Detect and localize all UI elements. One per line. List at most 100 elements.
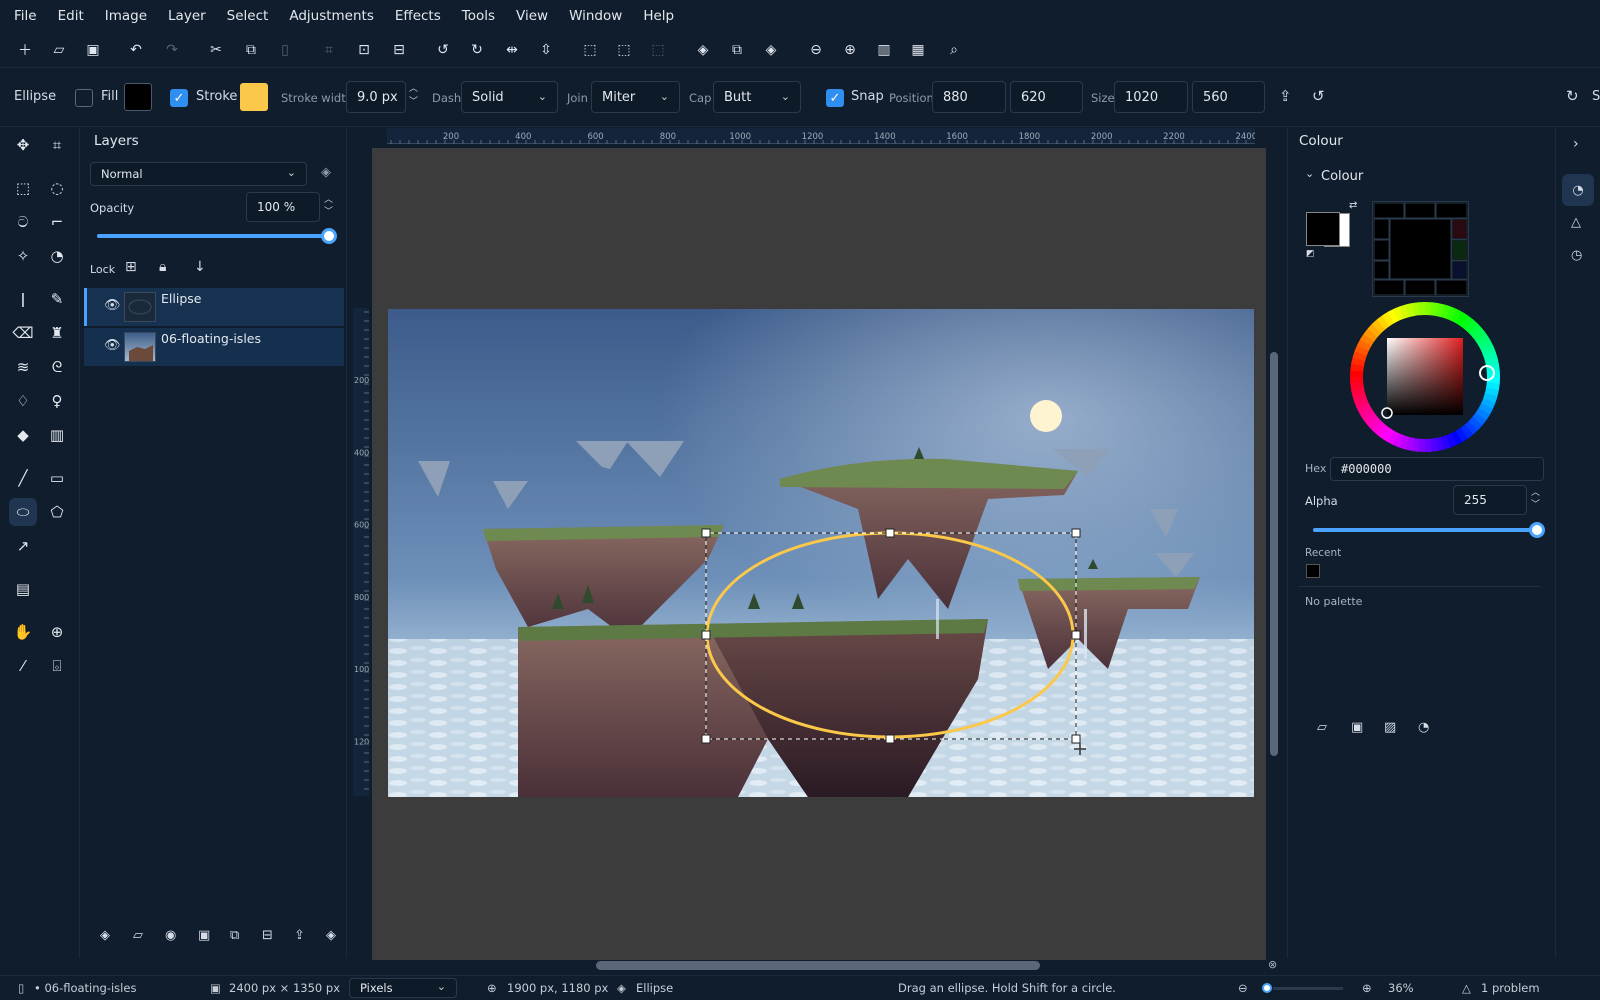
zoom-out-icon[interactable]: ⊖ bbox=[806, 40, 826, 60]
lock-position-icon[interactable]: ↓ bbox=[194, 259, 206, 275]
join-select[interactable]: Miter ⌄ bbox=[591, 81, 680, 113]
canvas-image[interactable] bbox=[388, 309, 1254, 797]
save-icon[interactable]: ▣ bbox=[83, 40, 103, 60]
resize-icon[interactable]: ⊡ bbox=[354, 40, 374, 60]
adjustment-layer-icon[interactable]: ▣ bbox=[198, 928, 210, 943]
lock-pixels-icon[interactable]: ⊞ bbox=[125, 259, 137, 275]
menu-tools[interactable]: Tools bbox=[462, 8, 495, 24]
problems-dock-icon[interactable]: △ bbox=[1571, 215, 1581, 230]
crop-tool-icon[interactable]: ⌗ bbox=[43, 131, 71, 159]
arrow-tool-icon[interactable]: ↗ bbox=[9, 532, 37, 560]
select-all-icon[interactable]: ⬚ bbox=[580, 40, 600, 60]
paste-icon[interactable]: ▯ bbox=[275, 40, 295, 60]
menu-window[interactable]: Window bbox=[569, 8, 622, 24]
open-palette-icon[interactable]: ▱ bbox=[1317, 720, 1327, 735]
dodge-icon[interactable]: ♢ bbox=[9, 387, 37, 415]
collapse-chevron-icon[interactable]: ⌄ bbox=[1305, 167, 1314, 180]
horizontal-scrollbar[interactable] bbox=[596, 961, 1040, 970]
rotate-left-icon[interactable]: ↺ bbox=[433, 40, 453, 60]
cap-select[interactable]: Butt ⌄ bbox=[713, 81, 801, 113]
units-select[interactable]: Pixels ⌄ bbox=[349, 978, 457, 998]
recent-colour-swatch[interactable] bbox=[1306, 564, 1320, 578]
position-y-field[interactable]: 620 bbox=[1010, 81, 1083, 113]
menu-image[interactable]: Image bbox=[105, 8, 147, 24]
zoom-slider-handle[interactable] bbox=[1262, 983, 1272, 993]
rotate-right-icon[interactable]: ↻ bbox=[467, 40, 487, 60]
gradient-icon[interactable]: ▥ bbox=[43, 421, 71, 449]
fill-color-swatch[interactable] bbox=[124, 83, 152, 111]
reset-icon[interactable]: ↺ bbox=[1312, 87, 1325, 105]
layer-row[interactable]: 👁︎ 06-floating-isles bbox=[84, 328, 344, 366]
zoom-slider[interactable] bbox=[1273, 987, 1343, 990]
alpha-slider[interactable] bbox=[1313, 522, 1545, 538]
snap-checkbox[interactable]: ✓ bbox=[826, 89, 844, 107]
visibility-eye-icon[interactable]: 👁︎ bbox=[104, 338, 121, 353]
pencil-icon[interactable]: ✎ bbox=[43, 285, 71, 313]
stroke-color-swatch[interactable] bbox=[240, 83, 268, 111]
magic-wand-icon[interactable]: ✧ bbox=[9, 242, 37, 270]
text-tool-icon[interactable]: ▤ bbox=[9, 575, 37, 603]
palette-icon[interactable]: ◔ bbox=[1418, 720, 1429, 735]
brush-icon[interactable]: ǀ bbox=[9, 285, 37, 313]
stroke-width-stepper-icon[interactable]: ︿ ﹀ bbox=[409, 83, 418, 109]
deselect-icon[interactable]: ⬚ bbox=[614, 40, 634, 60]
rect-select-icon[interactable]: ⬚ bbox=[9, 174, 37, 202]
layer-add-icon[interactable]: ◈ bbox=[693, 40, 713, 60]
canvas-icon[interactable]: ⊟ bbox=[389, 40, 409, 60]
opacity-slider[interactable] bbox=[97, 228, 337, 244]
alpha-stepper-icon[interactable]: ︿ ﹀ bbox=[1531, 487, 1540, 511]
lock-icon[interactable]: 🔒︎ bbox=[159, 259, 166, 275]
invert-selection-icon[interactable]: ⬚ bbox=[648, 40, 668, 60]
hand-tool-icon[interactable]: ✋ bbox=[9, 618, 37, 646]
opacity-slider-handle[interactable] bbox=[321, 228, 337, 244]
fill-checkbox[interactable] bbox=[75, 89, 93, 107]
mask-icon[interactable]: ◉ bbox=[165, 928, 176, 943]
smudge-icon[interactable]: ≋ bbox=[9, 353, 37, 381]
size-h-field[interactable]: 560 bbox=[1192, 81, 1265, 113]
cut-icon[interactable]: ✂ bbox=[206, 40, 226, 60]
ellipse-select-icon[interactable]: ◌ bbox=[43, 174, 71, 202]
eraser-icon[interactable]: ⌫ bbox=[9, 319, 37, 347]
rectangle-tool-icon[interactable]: ▭ bbox=[43, 464, 71, 492]
ellipse-tool-icon[interactable]: ⬭ bbox=[9, 498, 37, 526]
polygon-tool-icon[interactable]: ⬠ bbox=[43, 498, 71, 526]
stamp-icon[interactable]: ♜ bbox=[43, 319, 71, 347]
stroke-width-field[interactable]: 9.0 px bbox=[346, 81, 406, 113]
align-icon[interactable]: ⊟ bbox=[262, 928, 273, 943]
position-x-field[interactable]: 880 bbox=[932, 81, 1006, 113]
menu-view[interactable]: View bbox=[516, 8, 548, 24]
swap-colours-icon[interactable]: ⇄ bbox=[1349, 200, 1357, 211]
fit-icon[interactable]: ▥ bbox=[874, 40, 894, 60]
sponge-icon[interactable]: ♀ bbox=[43, 387, 71, 415]
layer-dup-icon[interactable]: ⧉ bbox=[727, 40, 747, 60]
stroke-checkbox[interactable]: ✓ bbox=[170, 89, 188, 107]
new-icon[interactable]: ＋ bbox=[15, 40, 35, 60]
dash-select[interactable]: Solid ⌄ bbox=[461, 81, 558, 113]
palette-from-image-icon[interactable]: ▨ bbox=[1384, 720, 1396, 735]
menu-effects[interactable]: Effects bbox=[395, 8, 441, 24]
new-layer-icon[interactable]: ◈ bbox=[100, 928, 110, 943]
flip-h-icon[interactable]: ⇹ bbox=[502, 40, 522, 60]
new-group-icon[interactable]: ▱ bbox=[133, 928, 143, 943]
vertical-scrollbar[interactable] bbox=[1270, 352, 1278, 756]
alpha-slider-handle[interactable] bbox=[1529, 522, 1545, 538]
chevron-right-icon[interactable]: › bbox=[1573, 136, 1579, 152]
layer-row[interactable]: 👁︎ Ellipse bbox=[84, 288, 344, 326]
eyedropper-icon[interactable]: ⁄ bbox=[9, 652, 37, 680]
line-tool-icon[interactable]: ╱ bbox=[9, 464, 37, 492]
menu-help[interactable]: Help bbox=[643, 8, 674, 24]
undo-icon[interactable]: ↶ bbox=[126, 40, 146, 60]
colour-dock-icon[interactable]: ◔ bbox=[1562, 174, 1594, 206]
colour-grid[interactable] bbox=[1372, 201, 1469, 297]
delete-layer-icon[interactable]: ◈ bbox=[326, 928, 336, 943]
size-w-field[interactable]: 1020 bbox=[1114, 81, 1188, 113]
merge-down-icon[interactable]: ⇪ bbox=[294, 928, 305, 943]
zoom-tool-icon[interactable]: ⊕ bbox=[43, 618, 71, 646]
colour-wheel[interactable] bbox=[1350, 302, 1500, 452]
opacity-stepper-icon[interactable]: ︿ ﹀ bbox=[324, 194, 333, 218]
reset-colours-icon[interactable]: ◩ bbox=[1306, 249, 1315, 259]
alpha-field[interactable]: 255 bbox=[1453, 485, 1527, 515]
copy-icon[interactable]: ⧉ bbox=[241, 40, 261, 60]
colour-select-icon[interactable]: ◔ bbox=[43, 242, 71, 270]
duplicate-layer-icon[interactable]: ⧉ bbox=[230, 928, 239, 943]
